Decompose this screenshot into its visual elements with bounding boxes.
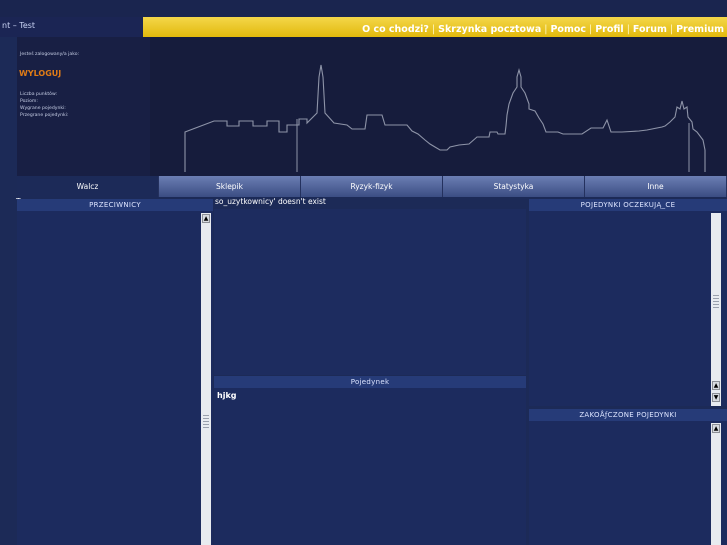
logged-in-label: Jesteś zalogowany/a jako: bbox=[20, 52, 80, 57]
opponents-scrollbar[interactable]: ▲ bbox=[201, 213, 211, 545]
login-panel: Jesteś zalogowany/a jako: WYLOGUJ Liczba… bbox=[17, 37, 150, 176]
window-title: nt – Test bbox=[2, 21, 36, 30]
finished-duels-heading: ZAKOÅƒCZONE POJEDYNKI bbox=[529, 409, 727, 421]
logout-link[interactable]: WYLOGUJ bbox=[19, 69, 61, 78]
top-navigation: O co chodzi? | Skrzynka pocztowa | Pomoc | Pro… bbox=[143, 17, 727, 37]
tab-ryzyk-fizyk[interactable]: Ryzyk-fizyk bbox=[301, 176, 443, 197]
header-banner: Jesteś zalogowany/a jako: WYLOGUJ Liczba… bbox=[17, 37, 727, 176]
points-label: Liczba punktów: bbox=[20, 92, 58, 97]
nav-link-forum[interactable]: Forum bbox=[633, 24, 667, 35]
tab-sklepik[interactable]: Sklepik bbox=[159, 176, 301, 197]
nav-link-profile[interactable]: Profil bbox=[595, 24, 623, 35]
scroll-up-button[interactable]: ▲ bbox=[202, 214, 210, 223]
nav-link-premium[interactable]: Premium bbox=[676, 24, 724, 35]
main-tabs: Walcz Sklepik Ryzyk-fizyk Statystyka Inn… bbox=[17, 176, 727, 197]
finished-scrollbar[interactable]: ▲ bbox=[711, 423, 721, 545]
nav-link-mailbox[interactable]: Skrzynka pocztowa bbox=[438, 24, 541, 35]
losses-label: Przegrane pojedynki: bbox=[20, 113, 69, 118]
tab-statystyka[interactable]: Statystyka bbox=[443, 176, 585, 197]
nav-links: O co chodzi? | Skrzynka pocztowa | Pomoc | Pro… bbox=[362, 24, 727, 35]
nav-separator: | bbox=[669, 24, 674, 35]
scroll-grip[interactable] bbox=[713, 295, 719, 309]
nav-separator: | bbox=[589, 24, 593, 35]
pending-scrollbar[interactable]: ▲ ▼ bbox=[711, 213, 721, 406]
opponent-details-area bbox=[214, 209, 526, 375]
pending-duels-heading: POJEDYNKI OCZEKUJĄ_CE bbox=[529, 199, 727, 211]
scroll-up-button[interactable]: ▲ bbox=[712, 381, 720, 390]
error-message: so_uzytkownicy' doesn't exist bbox=[215, 197, 326, 206]
duel-heading: Pojedynek bbox=[214, 376, 526, 388]
scroll-up-button[interactable]: ▲ bbox=[712, 424, 720, 433]
scroll-grip[interactable] bbox=[203, 415, 209, 429]
top-strip bbox=[0, 0, 727, 17]
finished-duels-panel: ZAKOÅƒCZONE POJEDYNKI ▲ bbox=[529, 409, 727, 545]
nav-link-about[interactable]: O co chodzi? bbox=[362, 24, 429, 35]
opponents-panel: PRZECIWNICY ▲ bbox=[17, 199, 213, 545]
duel-log-text: hjkg bbox=[217, 391, 237, 400]
nav-link-help[interactable]: Pomoc bbox=[550, 24, 586, 35]
pending-duels-panel: POJEDYNKI OCZEKUJĄ_CE ▲ ▼ bbox=[529, 199, 727, 406]
title-bar: nt – Test bbox=[0, 17, 143, 37]
level-label: Poziom: bbox=[20, 99, 38, 104]
wins-label: Wygrane pojedynki: bbox=[20, 106, 66, 111]
nav-separator: | bbox=[431, 24, 436, 35]
duel-panel: Pojedynek hjkg bbox=[214, 376, 526, 545]
scroll-down-button[interactable]: ▼ bbox=[712, 393, 720, 402]
tab-walcz[interactable]: Walcz bbox=[17, 176, 159, 197]
tab-inne[interactable]: Inne bbox=[585, 176, 727, 197]
nav-separator: | bbox=[626, 24, 630, 35]
opponents-heading: PRZECIWNICY bbox=[17, 199, 213, 211]
